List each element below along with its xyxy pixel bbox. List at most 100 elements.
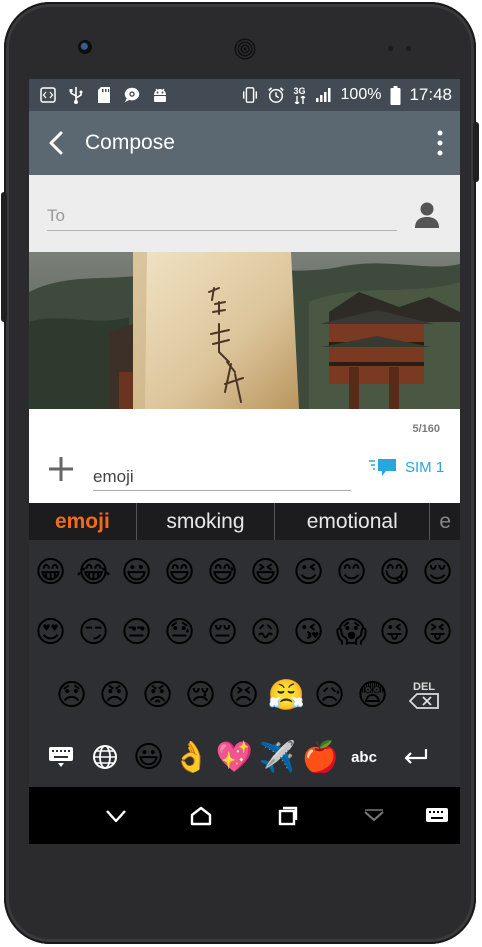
emoji-key[interactable]: 😣	[222, 665, 265, 725]
nav-hide-keyboard-button[interactable]	[359, 801, 389, 831]
power-button	[473, 122, 479, 182]
emoji-key[interactable]: 😨	[351, 665, 394, 725]
suggestion-item[interactable]: emoji	[29, 503, 137, 540]
abc-key[interactable]: abc	[342, 727, 386, 787]
emoji-key[interactable]: 😄	[158, 542, 201, 602]
keyboard-icon	[49, 747, 73, 767]
emoji-key[interactable]: 😓	[158, 602, 201, 662]
navigation-bar	[29, 787, 460, 844]
overflow-menu-button[interactable]	[420, 111, 460, 175]
backspace-icon	[409, 693, 439, 709]
suggestion-bar: emoji smoking emotional e	[29, 503, 460, 540]
system-status: 3G 100% 17:48	[241, 85, 460, 105]
emoji-key[interactable]: 😠	[93, 665, 136, 725]
keyboard-switch-icon	[426, 808, 448, 822]
nav-back-button[interactable]	[101, 801, 131, 831]
emoji-row-2: 😍 😏 😒 😓 😔 😖 😘 😱 😜 😝	[29, 602, 459, 662]
emoji-key[interactable]: 😜	[373, 602, 416, 662]
nav-home-button[interactable]	[186, 801, 216, 831]
language-key[interactable]	[83, 727, 127, 787]
emoji-key[interactable]: 😃	[115, 542, 158, 602]
front-camera	[78, 40, 92, 54]
emoji-key[interactable]: 😉	[287, 542, 330, 602]
vibrate-icon	[241, 86, 259, 104]
suggestion-item[interactable]: smoking	[137, 503, 276, 540]
emoji-grid: 😁 😂 😃 😄 😅 😆 😉 😊 😋 😌 😍 😏 😒 😓 😔 😖 😘 😱 😜 😝 …	[29, 540, 460, 787]
emoji-key[interactable]: 😋	[373, 542, 416, 602]
emoji-keyboard: emoji smoking emotional e 😁 😂 😃 😄 😅 😆 😉 …	[29, 503, 460, 787]
earpiece-speaker	[234, 38, 256, 60]
emoji-key[interactable]: 😥	[308, 665, 351, 725]
emoji-key[interactable]: 😅	[201, 542, 244, 602]
message-input[interactable]	[93, 463, 351, 491]
recents-icon	[278, 806, 298, 826]
enter-icon	[404, 749, 428, 764]
emoji-key[interactable]: 😌	[416, 542, 459, 602]
emoji-key[interactable]: 😍	[29, 602, 72, 662]
emoji-key[interactable]: 😖	[244, 602, 287, 662]
recipient-input[interactable]	[47, 201, 397, 231]
plus-icon	[49, 457, 73, 481]
app-bar: Compose	[29, 111, 460, 175]
emoji-key[interactable]: 😞	[50, 665, 93, 725]
abc-label: abc	[351, 748, 377, 766]
emoji-key[interactable]: 😒	[115, 602, 158, 662]
send-message-icon	[369, 459, 396, 476]
page-title: Compose	[85, 131, 175, 154]
light-sensor	[406, 46, 411, 51]
emoji-key[interactable]: 😏	[72, 602, 115, 662]
emoji-key[interactable]: 😝	[416, 602, 459, 662]
globe-icon	[93, 745, 117, 769]
nav-keyboard-switch-button[interactable]	[422, 801, 452, 831]
emoji-category-food[interactable]: 🍎	[299, 727, 342, 787]
emoji-key[interactable]: 😡	[136, 665, 179, 725]
emoji-category-travel[interactable]: ✈️	[256, 727, 299, 787]
suggestion-item[interactable]: emotional	[275, 503, 431, 540]
attached-photo[interactable]	[29, 252, 460, 409]
battery-icon	[389, 85, 401, 105]
emoji-key[interactable]: 😘	[287, 602, 330, 662]
photo-image	[29, 252, 460, 409]
contact-picker-button[interactable]	[414, 201, 444, 231]
nav-recents-button[interactable]	[272, 801, 302, 831]
battery-percentage: 100%	[340, 86, 382, 103]
character-counter: 5/160	[412, 423, 440, 435]
emoji-key[interactable]: 😔	[201, 602, 244, 662]
alarm-icon	[267, 86, 285, 104]
emoji-row-3: 😞 😠 😡 😢 😣 😤 😥 😨 DEL	[50, 665, 454, 725]
emoji-key[interactable]: 😂	[72, 542, 115, 602]
more-vertical-icon	[437, 130, 443, 156]
emoji-category-symbols[interactable]: 💖	[213, 727, 256, 787]
emoji-key[interactable]: 😁	[29, 542, 72, 602]
compose-area: 5/160 SIM 1	[29, 409, 460, 503]
emoji-key[interactable]: 😊	[330, 542, 373, 602]
emoji-key[interactable]: 😆	[244, 542, 287, 602]
screen: 3G 100% 17:48 Compose To 5/160 emoji SIM…	[29, 79, 460, 844]
chat-bubble-icon	[123, 86, 141, 104]
network-type-label: 3G	[293, 85, 306, 96]
emoji-key[interactable]: 😤	[265, 665, 308, 725]
usb-icon	[67, 86, 85, 104]
volume-button	[1, 192, 7, 322]
phone-frame: 3G 100% 17:48 Compose To 5/160 emoji SIM…	[1, 2, 479, 944]
notification-icons	[29, 86, 169, 104]
attach-button[interactable]	[45, 453, 77, 485]
suggestion-item-partial[interactable]: e	[430, 503, 460, 540]
enter-key[interactable]	[386, 727, 446, 787]
signal-icon	[315, 86, 333, 104]
back-button[interactable]	[29, 111, 85, 175]
sd-card-icon	[95, 86, 113, 104]
keyboard-layout-key[interactable]	[39, 727, 83, 787]
person-icon	[415, 202, 439, 228]
emoji-key[interactable]: 😱	[330, 602, 373, 662]
keyboard-bottom-row: 😃 👌 💖 ✈️ 🍎 abc	[39, 727, 446, 787]
clock: 17:48	[409, 85, 452, 104]
emoji-row-1: 😁 😂 😃 😄 😅 😆 😉 😊 😋 😌	[29, 542, 459, 602]
emoji-category-people[interactable]: 👌	[170, 727, 213, 787]
sim-label: SIM 1	[405, 458, 445, 476]
emoji-category-smileys[interactable]: 😃	[127, 727, 170, 787]
send-sim-button[interactable]: SIM 1	[369, 457, 444, 477]
network-type-icon: 3G	[293, 86, 307, 104]
emoji-key[interactable]: 😢	[179, 665, 222, 725]
delete-key[interactable]: DEL	[394, 665, 454, 725]
